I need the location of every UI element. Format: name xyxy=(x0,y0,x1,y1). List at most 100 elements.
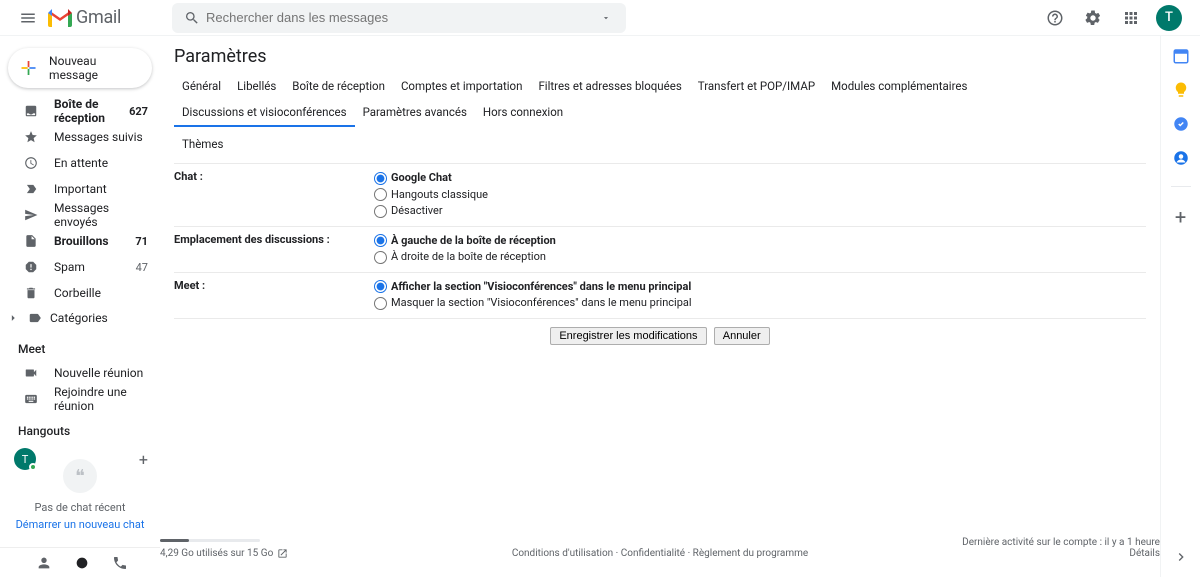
tab[interactable]: Hors connexion xyxy=(475,99,571,127)
no-chat-text: Pas de chat récent xyxy=(0,501,160,514)
terms-link[interactable]: Conditions d'utilisation xyxy=(512,548,613,559)
search-box[interactable] xyxy=(172,3,626,33)
label-icon xyxy=(28,311,42,325)
compose-button[interactable]: Nouveau message xyxy=(8,48,152,88)
nav-count: 627 xyxy=(129,105,148,118)
save-button[interactable]: Enregistrer les modifications xyxy=(550,327,706,345)
nav-item-important[interactable]: Important xyxy=(0,176,160,202)
radio-option[interactable]: Masquer la section "Visioconférences" da… xyxy=(374,295,1146,312)
tab[interactable]: Boîte de réception xyxy=(284,73,393,99)
storage-text: 4,29 Go utilisés sur 15 Go xyxy=(160,548,273,559)
radio-option[interactable]: Hangouts classique xyxy=(374,187,1146,204)
tab[interactable]: Général xyxy=(174,73,229,99)
tab[interactable]: Paramètres avancés xyxy=(355,99,475,127)
radio-label: Google Chat xyxy=(391,170,452,187)
support-button[interactable] xyxy=(1038,1,1072,35)
nav-label: Messages envoyés xyxy=(54,201,148,229)
start-chat-link[interactable]: Démarrer un nouveau chat xyxy=(0,518,160,531)
nav-label: Messages suivis xyxy=(54,130,148,144)
contacts-panel-icon[interactable] xyxy=(1171,148,1191,168)
search-input[interactable] xyxy=(206,10,592,25)
tab[interactable]: Filtres et adresses bloquées xyxy=(530,73,689,99)
video-icon xyxy=(22,366,40,380)
radio-option[interactable]: Désactiver xyxy=(374,203,1146,220)
caret-icon xyxy=(6,311,20,325)
tab[interactable]: Thèmes xyxy=(174,131,231,157)
privacy-link[interactable]: Confidentialité xyxy=(621,548,685,559)
main-content: Paramètres GénéralLibellésBoîte de récep… xyxy=(160,36,1160,577)
nav-label: Corbeille xyxy=(54,286,148,300)
trash-icon xyxy=(22,286,40,300)
radio-option[interactable]: Google Chat xyxy=(374,170,1146,187)
join-meeting-label: Rejoindre une réunion xyxy=(54,385,148,413)
tab[interactable]: Comptes et importation xyxy=(393,73,531,99)
collapse-panel-button[interactable] xyxy=(1173,549,1189,565)
radio-input[interactable] xyxy=(374,297,387,310)
nav-item-inbox[interactable]: Boîte de réception627 xyxy=(0,98,160,124)
tab[interactable]: Libellés xyxy=(229,73,284,99)
radio-input[interactable] xyxy=(374,251,387,264)
compose-label: Nouveau message xyxy=(49,54,136,82)
search-icon[interactable] xyxy=(178,10,206,26)
apps-button[interactable] xyxy=(1114,1,1148,35)
tab[interactable]: Discussions et visioconférences xyxy=(174,99,355,127)
chat-bubble-icon: ❝ xyxy=(63,459,97,493)
radio-input[interactable] xyxy=(374,172,387,185)
join-meeting-button[interactable]: Rejoindre une réunion xyxy=(0,386,160,412)
nav-item-trash[interactable]: Corbeille xyxy=(0,280,160,306)
settings-row-label: Meet : xyxy=(174,279,374,312)
radio-label: À droite de la boîte de réception xyxy=(391,249,546,266)
details-link[interactable]: Détails xyxy=(962,548,1160,559)
side-panel-divider xyxy=(1171,186,1191,187)
search-options-dropdown[interactable] xyxy=(592,13,620,23)
hangouts-icon[interactable] xyxy=(74,555,90,571)
menu-icon xyxy=(19,9,37,27)
settings-row: Chat :Google ChatHangouts classiqueDésac… xyxy=(174,164,1146,227)
settings-row-options: À gauche de la boîte de réceptionÀ droit… xyxy=(374,233,1146,266)
new-meeting-button[interactable]: Nouvelle réunion xyxy=(0,360,160,386)
external-link-icon[interactable] xyxy=(277,548,288,559)
radio-label: À gauche de la boîte de réception xyxy=(391,233,556,250)
main-menu-button[interactable] xyxy=(8,0,48,36)
settings-row-options: Google ChatHangouts classiqueDésactiver xyxy=(374,170,1146,220)
nav-item-clock[interactable]: En attente xyxy=(0,150,160,176)
tab[interactable]: Modules complémentaires xyxy=(823,73,975,99)
radio-input[interactable] xyxy=(374,280,387,293)
phone-icon[interactable] xyxy=(112,555,128,571)
radio-input[interactable] xyxy=(374,234,387,247)
side-panel: + xyxy=(1160,36,1200,577)
radio-input[interactable] xyxy=(374,205,387,218)
calendar-icon[interactable] xyxy=(1171,46,1191,66)
nav-item-star[interactable]: Messages suivis xyxy=(0,124,160,150)
settings-table: Chat :Google ChatHangouts classiqueDésac… xyxy=(174,163,1146,319)
nav-label: Brouillons xyxy=(54,234,135,248)
nav-item-send[interactable]: Messages envoyés xyxy=(0,202,160,228)
nav-item-draft[interactable]: Brouillons71 xyxy=(0,228,160,254)
tasks-icon[interactable] xyxy=(1171,114,1191,134)
radio-option[interactable]: À gauche de la boîte de réception xyxy=(374,233,1146,250)
nav-item-spam[interactable]: Spam47 xyxy=(0,254,160,280)
addons-button[interactable]: + xyxy=(1171,207,1191,227)
main-footer: 4,29 Go utilisés sur 15 Go Conditions d'… xyxy=(160,537,1160,559)
radio-input[interactable] xyxy=(374,188,387,201)
account-button[interactable]: T xyxy=(1152,1,1186,35)
categories-label: Catégories xyxy=(50,311,108,325)
program-link[interactable]: Règlement du programme xyxy=(693,548,809,559)
settings-button[interactable] xyxy=(1076,1,1110,35)
keep-icon[interactable] xyxy=(1171,80,1191,100)
apps-icon xyxy=(1122,9,1140,27)
avatar: T xyxy=(1156,5,1182,31)
radio-option[interactable]: À droite de la boîte de réception xyxy=(374,249,1146,266)
contacts-icon[interactable] xyxy=(36,555,52,571)
sidebar: Nouveau message Boîte de réception627 Mes… xyxy=(0,36,160,577)
categories-toggle[interactable]: Catégories xyxy=(0,306,160,330)
gmail-logo[interactable]: Gmail xyxy=(48,7,158,28)
footer-activity: Dernière activité sur le compte : il y a… xyxy=(962,537,1160,559)
settings-tabs: GénéralLibellésBoîte de réceptionComptes… xyxy=(174,73,1146,127)
clock-icon xyxy=(22,156,40,170)
send-icon xyxy=(22,208,40,222)
draft-icon xyxy=(22,234,40,248)
cancel-button[interactable]: Annuler xyxy=(714,327,770,345)
radio-option[interactable]: Afficher la section "Visioconférences" d… xyxy=(374,279,1146,296)
tab[interactable]: Transfert et POP/IMAP xyxy=(690,73,823,99)
